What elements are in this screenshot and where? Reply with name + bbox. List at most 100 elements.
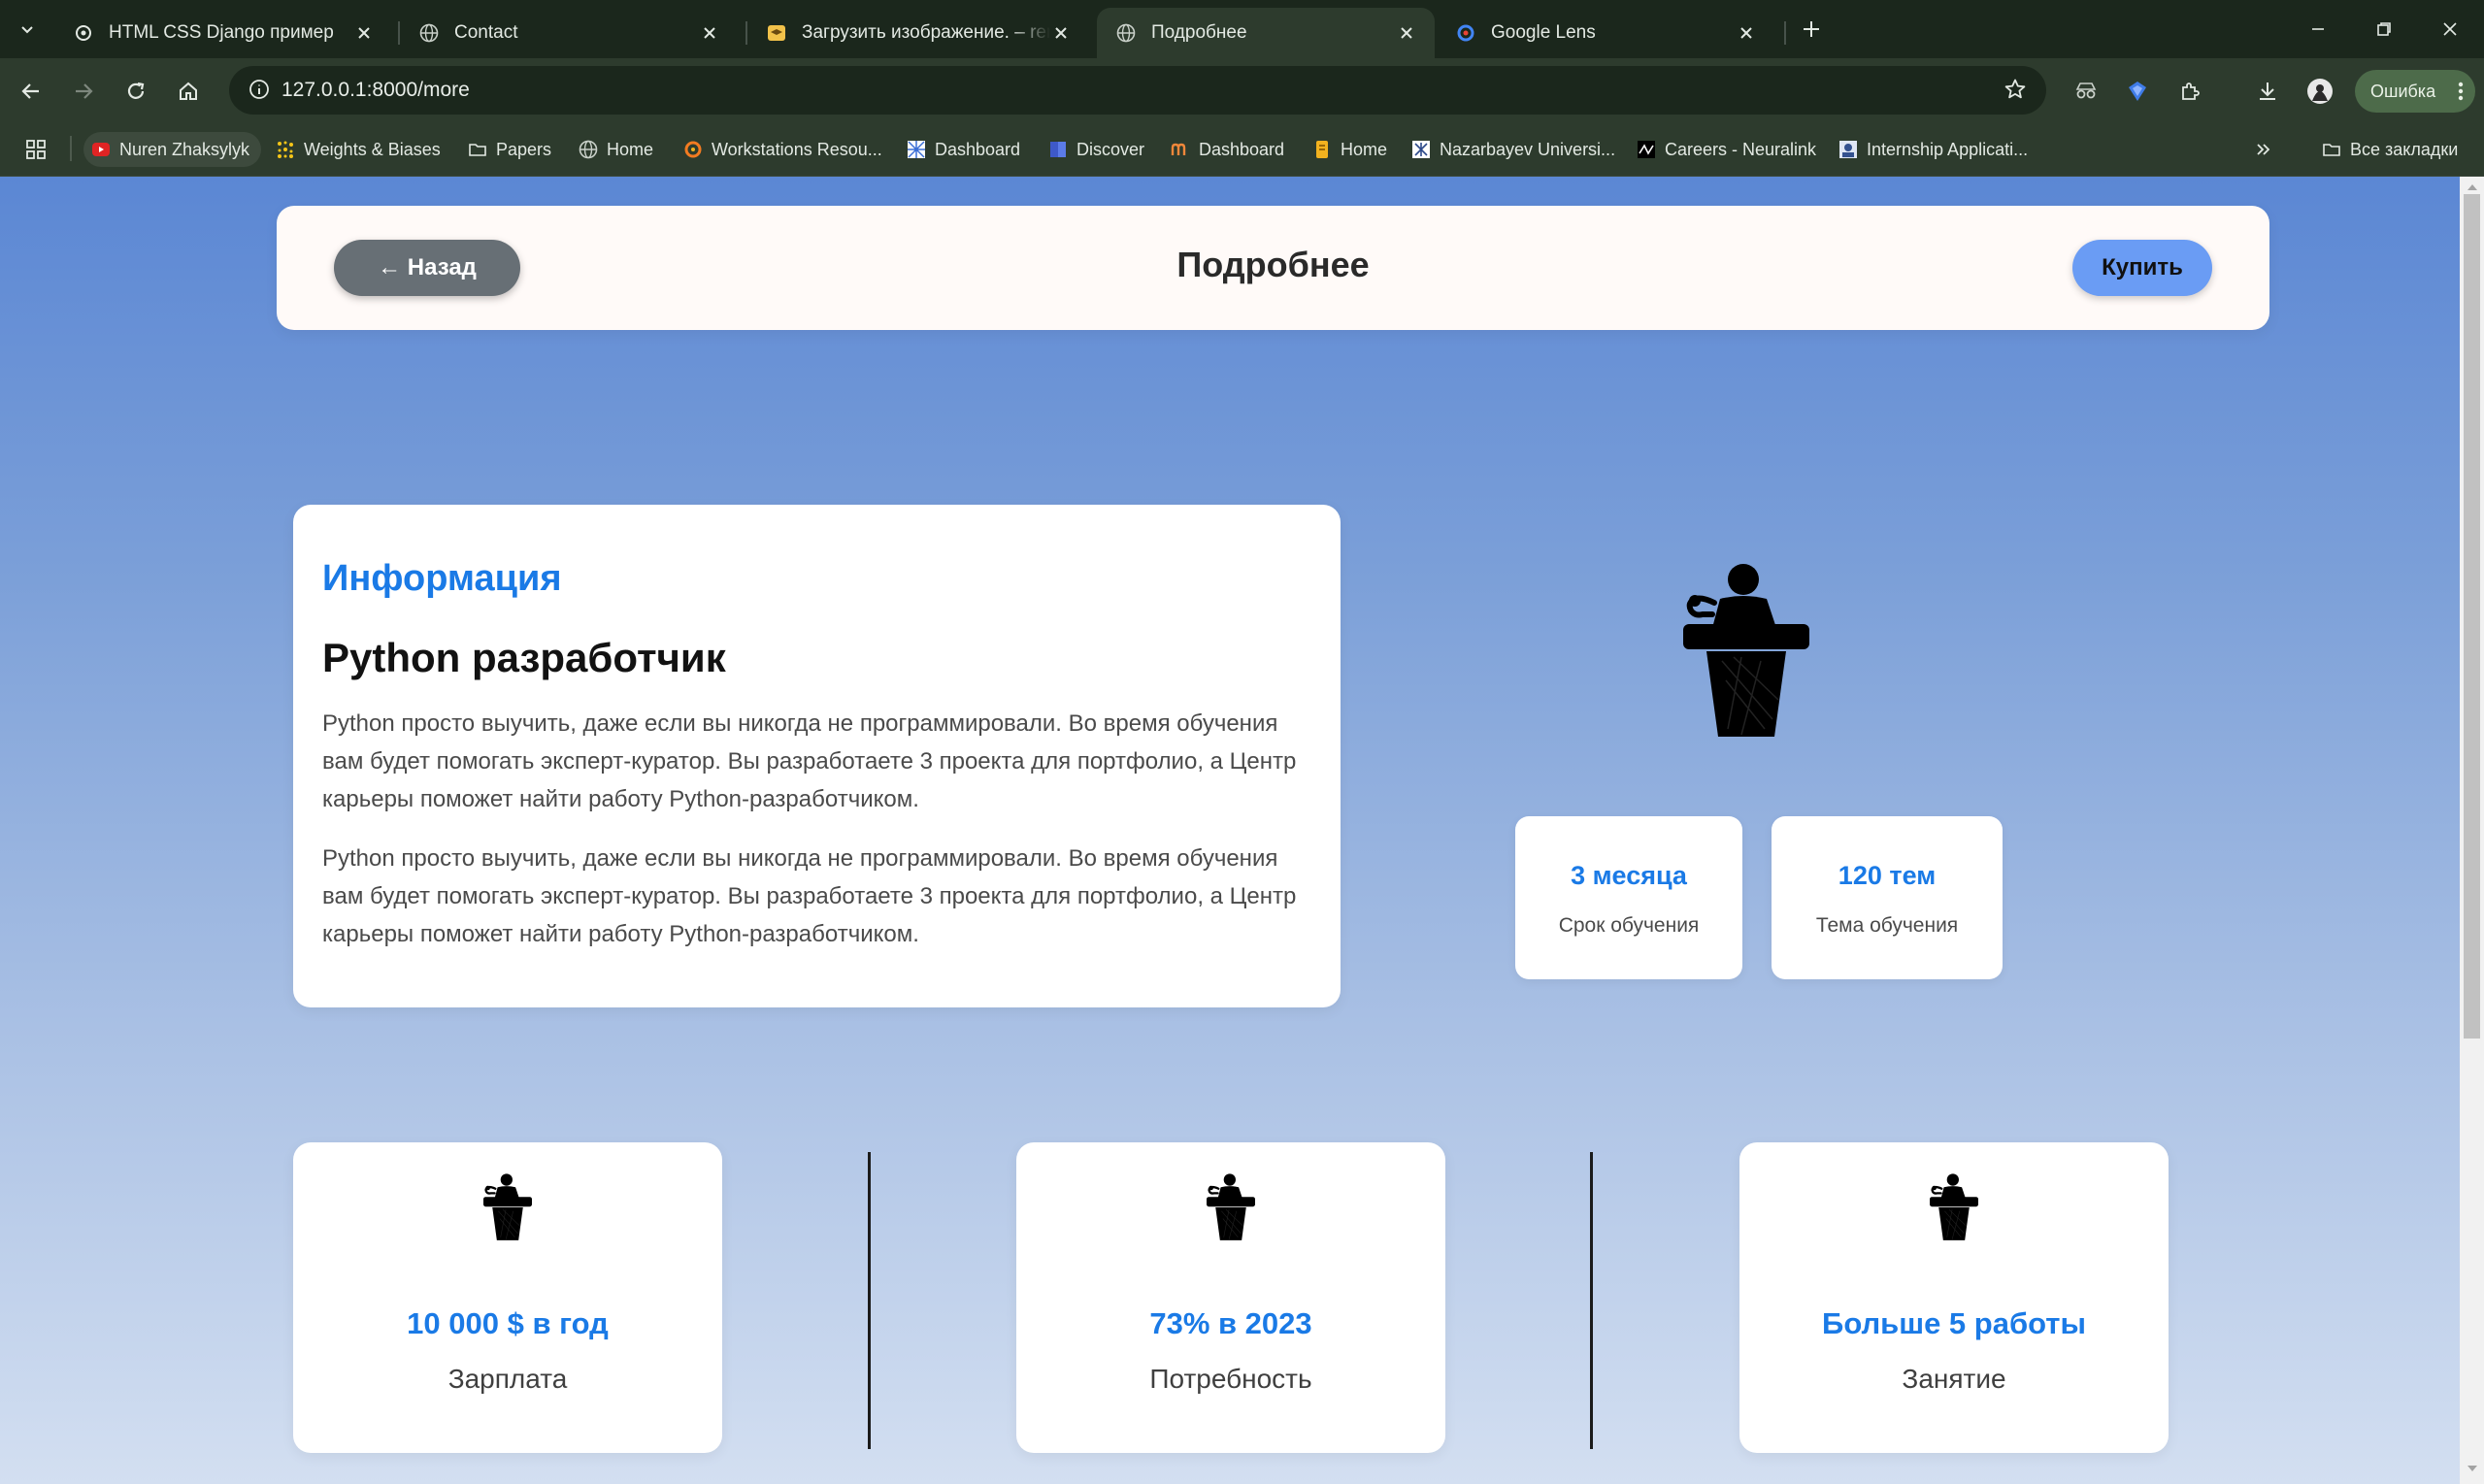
tab-divider <box>1784 21 1786 45</box>
new-tab-button[interactable] <box>1796 14 1827 45</box>
bookmark-label: Dashboard <box>1199 139 1285 159</box>
tab-google-lens[interactable]: Google Lens <box>1437 8 1774 58</box>
nu-icon <box>1411 140 1431 159</box>
tab-title: Подробнее <box>1151 22 1247 43</box>
bookmark-label: Internship Applicati... <box>1867 139 2029 159</box>
bookmark-discover[interactable]: Discover <box>1048 132 1144 167</box>
course-title: Python разработчик <box>322 635 726 680</box>
tab-title: Google Lens <box>1491 22 1596 43</box>
page-viewport: ← Назад Подробнее Купить Информация Pyth… <box>0 177 2460 1484</box>
bookmark-star-icon[interactable] <box>2004 78 2027 101</box>
more-vert-icon[interactable] <box>2458 82 2464 101</box>
bookmark-neuralink[interactable]: Careers - Neuralink <box>1637 132 1816 167</box>
bookmark-label: Workstations Resou... <box>712 139 882 159</box>
close-window-button[interactable] <box>2429 8 2471 50</box>
close-icon[interactable] <box>699 22 720 44</box>
bookmark-home[interactable]: Home <box>579 132 653 167</box>
incognito-extension-icon[interactable] <box>2067 72 2105 111</box>
feature-value: Больше 5 работы <box>1822 1306 2086 1340</box>
globe-icon <box>1116 23 1136 43</box>
profile-error-label: Ошибка <box>2370 81 2436 101</box>
bookmark-workstations[interactable]: Workstations Resou... <box>683 132 882 167</box>
buy-button[interactable]: Купить <box>2072 240 2212 296</box>
close-icon[interactable] <box>1736 22 1757 44</box>
feature-label: Занятие <box>1902 1364 2006 1394</box>
stat-label: Срок обучения <box>1558 914 1700 937</box>
browser-toolbar: 127.0.0.1:8000/more Ошибка <box>0 58 2484 124</box>
apps-grid-icon <box>26 140 46 159</box>
speaker-podium-icon <box>483 1173 532 1241</box>
folder-icon <box>468 140 487 159</box>
folder-icon <box>2322 140 2341 159</box>
bookmark-papers[interactable]: Papers <box>468 132 551 167</box>
bookmark-dashboard-2[interactable]: Dashboard <box>1171 132 1284 167</box>
graduation-cap-icon <box>767 23 786 43</box>
back-nav-button[interactable] <box>12 72 50 111</box>
extension-shield-icon[interactable] <box>2118 72 2157 111</box>
tab-title: Загрузить изображение. – rem <box>802 22 1050 43</box>
stat-value: 3 месяца <box>1571 861 1687 890</box>
site-info-icon[interactable] <box>248 79 270 100</box>
tab-search-button[interactable] <box>8 12 47 47</box>
tab-upload-image[interactable]: Загрузить изображение. – rem <box>747 8 1089 58</box>
stat-card-duration: 3 месяца Срок обучения <box>1515 816 1742 979</box>
speaker-podium-icon <box>1207 1173 1255 1241</box>
bookmark-icon <box>1312 140 1332 159</box>
minimize-button[interactable] <box>2297 8 2339 50</box>
feature-card-jobs: Больше 5 работы Занятие <box>1739 1142 2169 1453</box>
bookmark-weights-biases[interactable]: Weights & Biases <box>276 132 441 167</box>
apps-grid-button[interactable] <box>25 132 47 167</box>
bookmarks-bar: Nuren Zhaksylyk Weights & Biases Papers … <box>0 124 2484 177</box>
bookmarks-divider <box>70 136 72 161</box>
close-icon[interactable] <box>353 22 375 44</box>
extensions-puzzle-icon[interactable] <box>2170 72 2209 111</box>
divider <box>868 1152 871 1449</box>
restore-button[interactable] <box>2363 8 2405 50</box>
tab-contact[interactable]: Contact <box>400 8 738 58</box>
tab-strip: HTML CSS Django пример Contact Загрузить… <box>0 0 2484 58</box>
avatar[interactable] <box>2301 72 2339 111</box>
scrollbar-thumb[interactable] <box>2464 194 2480 1039</box>
double-chevron-right-icon <box>2257 144 2270 155</box>
forward-nav-button[interactable] <box>64 72 103 111</box>
address-bar[interactable]: 127.0.0.1:8000/more <box>229 66 2046 115</box>
reload-button[interactable] <box>116 72 155 111</box>
neuralink-icon <box>1637 140 1656 159</box>
tab-title: HTML CSS Django пример <box>109 22 334 43</box>
stat-value: 120 тем <box>1838 861 1937 890</box>
bookmark-label: Papers <box>496 139 552 159</box>
page-title: Подробнее <box>1176 245 1370 284</box>
restore-icon <box>2377 22 2391 36</box>
wandb-icon <box>276 140 295 159</box>
arrow-right-icon <box>76 83 93 99</box>
bookmark-home-2[interactable]: Home <box>1312 132 1387 167</box>
minimize-icon <box>2312 28 2324 30</box>
divider <box>1590 1152 1593 1449</box>
bookmark-label: Home <box>607 139 654 159</box>
url-text[interactable]: 127.0.0.1:8000/more <box>282 79 470 102</box>
scroll-up-arrow-icon[interactable] <box>2466 182 2479 192</box>
tab-html-css-django[interactable]: HTML CSS Django пример <box>54 8 392 58</box>
google-lens-icon <box>1456 23 1475 43</box>
all-bookmarks-label: Все закладки <box>2350 139 2459 159</box>
bookmarks-overflow-button[interactable] <box>2254 132 2273 167</box>
bookmark-nazarbayev[interactable]: Nazarbayev Universi... <box>1411 132 1615 167</box>
all-bookmarks-button[interactable]: Все закладки <box>2322 132 2458 167</box>
stat-card-topics: 120 тем Тема обучения <box>1772 816 2003 979</box>
bookmark-internship[interactable]: Internship Applicati... <box>1838 132 2028 167</box>
bookmark-nuren-zhaksylyk[interactable]: Nuren Zhaksylyk <box>83 132 262 167</box>
bookmark-label: Dashboard <box>935 139 1021 159</box>
close-icon[interactable] <box>1050 22 1072 44</box>
discover-icon <box>1048 140 1068 159</box>
grafana-icon <box>683 140 703 159</box>
youtube-icon <box>91 140 111 159</box>
openai-icon <box>74 23 93 43</box>
scroll-down-arrow-icon[interactable] <box>2466 1464 2479 1473</box>
bookmark-dashboard-1[interactable]: Dashboard <box>907 132 1020 167</box>
home-button[interactable] <box>169 72 208 111</box>
close-icon <box>2443 22 2457 36</box>
close-icon[interactable] <box>1396 22 1417 44</box>
profile-error-button[interactable]: Ошибка <box>2355 70 2475 113</box>
tab-more-details[interactable]: Подробнее <box>1097 8 1435 58</box>
downloads-icon[interactable] <box>2248 72 2287 111</box>
